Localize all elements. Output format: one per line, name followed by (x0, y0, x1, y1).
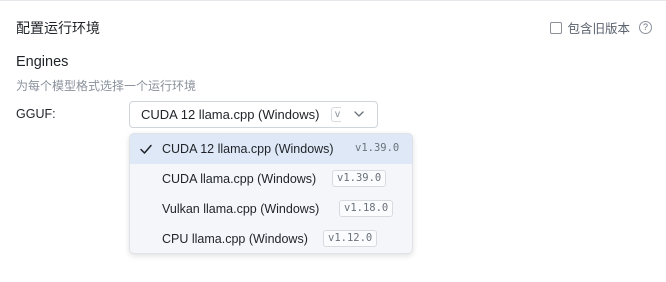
selected-version-badge: v (331, 107, 342, 122)
option-name: CPU llama.cpp (Windows) (162, 232, 308, 246)
top-divider (0, 0, 666, 1)
option-version-badge: v1.39.0 (355, 142, 400, 154)
include-old-versions-toggle[interactable]: 包含旧版本 ? (550, 18, 652, 37)
checkbox-icon[interactable] (550, 21, 563, 34)
dropdown-option[interactable]: CUDA llama.cpp (Windows) v1.39.0 (130, 164, 412, 194)
page-title: 配置运行环境 (16, 20, 100, 36)
option-name: Vulkan llama.cpp (Windows) (162, 202, 320, 216)
gguf-runtime-select[interactable]: CUDA 12 llama.cpp (Windows) v (129, 101, 378, 128)
option-version-badge: v1.18.0 (339, 200, 394, 217)
option-name: CUDA 12 llama.cpp (Windows) (162, 142, 334, 156)
gguf-selected-value: CUDA 12 llama.cpp (Windows) (141, 107, 320, 122)
help-circle-icon[interactable]: ? (639, 21, 652, 34)
engines-section-subtitle: 为每个模型格式选择一个运行环境 (16, 79, 197, 93)
option-name: CUDA llama.cpp (Windows) (162, 172, 317, 186)
checkmark-icon (140, 144, 152, 154)
option-version-badge: v1.12.0 (323, 230, 378, 247)
gguf-label: GGUF: (16, 107, 56, 121)
gguf-runtime-dropdown: CUDA 12 llama.cpp (Windows) v1.39.0 CUDA… (129, 133, 413, 254)
chevron-down-icon (354, 111, 364, 117)
include-old-versions-label[interactable]: 包含旧版本 (567, 18, 630, 37)
dropdown-option[interactable]: CPU llama.cpp (Windows) v1.12.0 (130, 224, 412, 253)
engines-section-title: Engines (16, 54, 69, 70)
option-version-badge: v1.39.0 (332, 170, 387, 187)
dropdown-option[interactable]: Vulkan llama.cpp (Windows) v1.18.0 (130, 194, 412, 224)
dropdown-option[interactable]: CUDA 12 llama.cpp (Windows) v1.39.0 (130, 134, 412, 164)
